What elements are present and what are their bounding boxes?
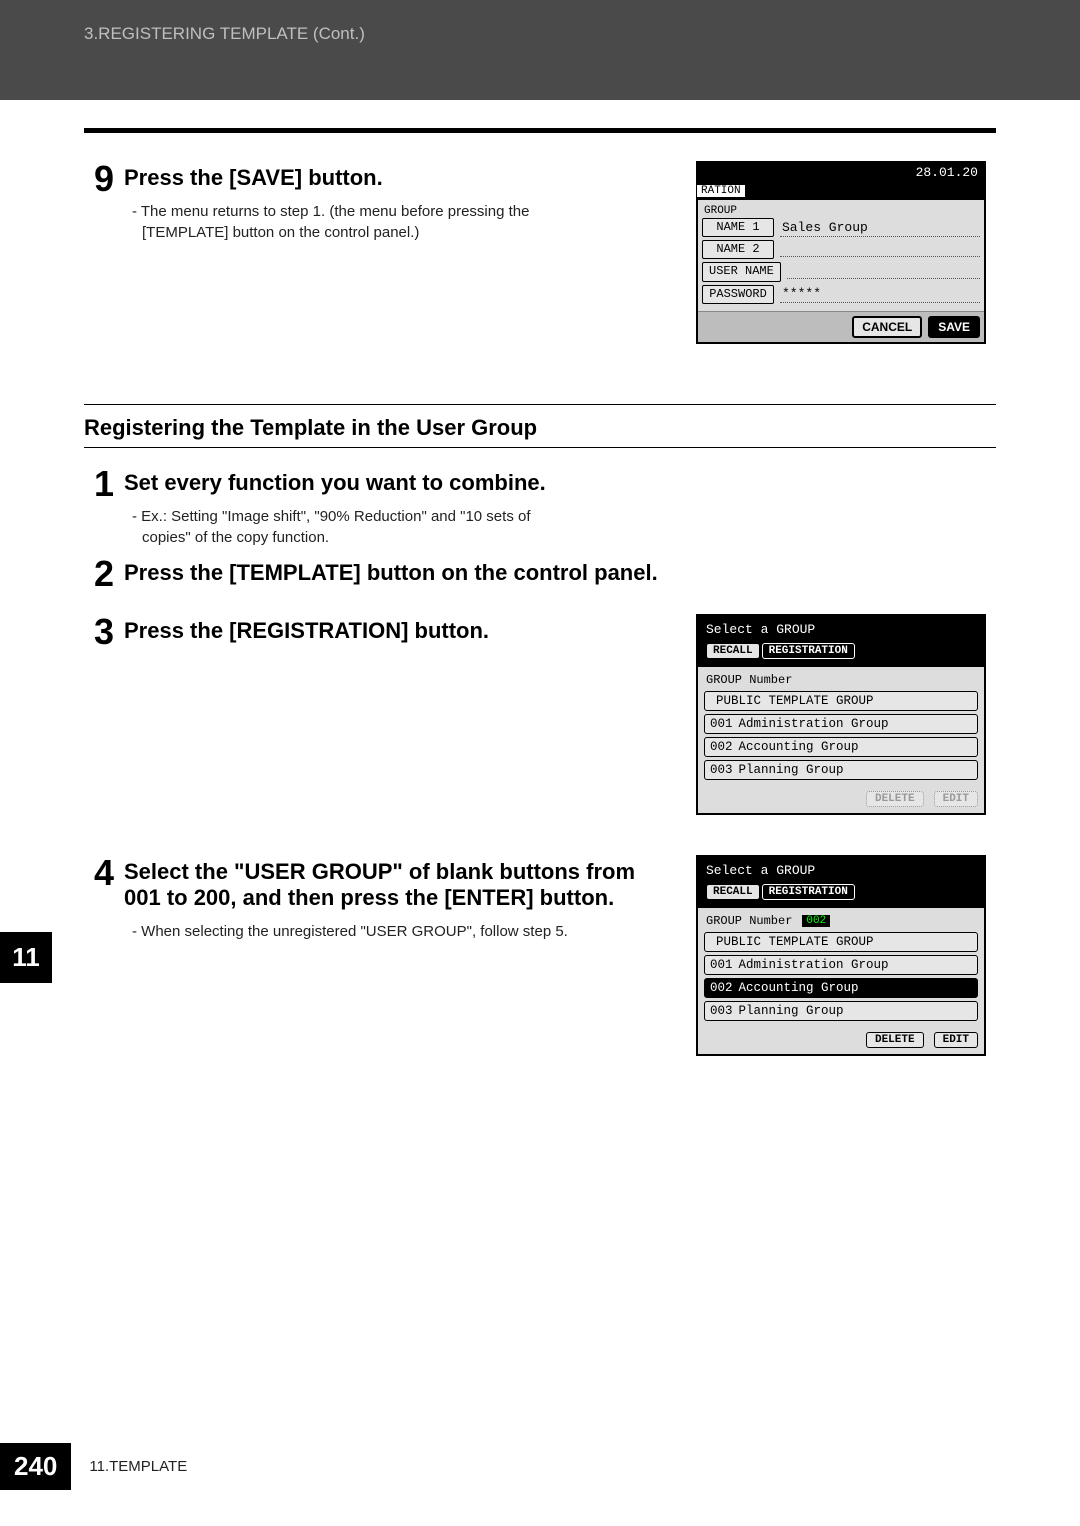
save-group-screen: 28.01.20 RATION GROUP NAME 1 Sales Group…: [696, 161, 986, 344]
step-9-note: - The menu returns to step 1. (the menu …: [124, 201, 564, 243]
group-item-label: Administration Group: [739, 958, 889, 972]
name2-value[interactable]: [780, 242, 980, 257]
group-item-label: Planning Group: [739, 1004, 844, 1018]
step-9-title: Press the [SAVE] button.: [124, 165, 676, 191]
group-number-label: GROUP Number: [706, 914, 792, 928]
step-number-3: 3: [84, 614, 124, 650]
step-3-title: Press the [REGISTRATION] button.: [124, 618, 676, 644]
page-number: 240: [0, 1443, 71, 1490]
group-number-value[interactable]: 002: [802, 915, 830, 927]
subsection-title: Registering the Template in the User Gro…: [84, 415, 996, 441]
recall-tab[interactable]: RECALL: [706, 643, 760, 659]
recall-tab[interactable]: RECALL: [706, 884, 760, 900]
section-divider-thick: [84, 128, 996, 133]
divider-thin-2: [84, 447, 996, 448]
group-item-label: Planning Group: [739, 763, 844, 777]
screen-date: 28.01.20: [916, 165, 978, 180]
group-item-003[interactable]: 003 Planning Group: [704, 1001, 978, 1021]
group-item-label: Accounting Group: [739, 740, 859, 754]
group-item-id: 003: [710, 763, 733, 777]
group-item-public[interactable]: PUBLIC TEMPLATE GROUP: [704, 932, 978, 952]
step-number-1: 1: [84, 466, 124, 502]
step-1-title: Set every function you want to combine.: [124, 470, 996, 496]
registration-tab[interactable]: REGISTRATION: [762, 884, 855, 900]
group-item-id: 001: [710, 717, 733, 731]
edit-button-disabled: EDIT: [934, 791, 978, 807]
name2-button[interactable]: NAME 2: [702, 240, 774, 259]
group-item-id: 002: [710, 740, 733, 754]
username-value[interactable]: [787, 264, 980, 279]
cancel-button[interactable]: CANCEL: [852, 316, 922, 338]
group-item-id: 002: [710, 981, 733, 995]
username-button[interactable]: USER NAME: [702, 262, 781, 281]
group-item-id: 001: [710, 958, 733, 972]
delete-button-disabled: DELETE: [866, 791, 924, 807]
group-item-label: Accounting Group: [739, 981, 859, 995]
save-button[interactable]: SAVE: [928, 316, 980, 338]
screen-section-head: GROUP: [702, 204, 980, 218]
step-2-title: Press the [TEMPLATE] button on the contr…: [124, 560, 996, 586]
group-item-001[interactable]: 001 Administration Group: [704, 955, 978, 975]
group-item-001[interactable]: 001 Administration Group: [704, 714, 978, 734]
registration-tab[interactable]: REGISTRATION: [762, 643, 855, 659]
name1-value[interactable]: Sales Group: [780, 219, 980, 237]
footer-chapter: 11.TEMPLATE: [89, 1458, 187, 1475]
select-group-screen-2: Select a GROUP RECALL REGISTRATION GROUP…: [696, 855, 986, 1056]
breadcrumb: 3.REGISTERING TEMPLATE (Cont.): [84, 24, 365, 43]
group-item-public[interactable]: PUBLIC TEMPLATE GROUP: [704, 691, 978, 711]
screen-tab-ration[interactable]: RATION: [696, 184, 746, 198]
step-1-note: - Ex.: Setting "Image shift", "90% Reduc…: [124, 506, 564, 548]
step-number-9: 9: [84, 161, 124, 197]
group-item-002-selected[interactable]: 002 Accounting Group: [704, 978, 978, 998]
group-item-label: Administration Group: [739, 717, 889, 731]
step-number-2: 2: [84, 556, 124, 592]
step-number-4: 4: [84, 855, 124, 891]
screen-title-3: Select a GROUP: [706, 622, 976, 637]
password-button[interactable]: PASSWORD: [702, 285, 774, 304]
chapter-side-tab: 11: [0, 932, 52, 983]
group-number-label: GROUP Number: [706, 673, 792, 687]
screen-title-4: Select a GROUP: [706, 863, 976, 878]
edit-button[interactable]: EDIT: [934, 1032, 978, 1048]
select-group-screen-1: Select a GROUP RECALL REGISTRATION GROUP…: [696, 614, 986, 815]
group-item-label: PUBLIC TEMPLATE GROUP: [716, 694, 874, 708]
password-value[interactable]: *****: [780, 285, 980, 303]
group-item-id: 003: [710, 1004, 733, 1018]
name1-button[interactable]: NAME 1: [702, 218, 774, 237]
divider-thin-1: [84, 404, 996, 405]
step-4-title: Select the "USER GROUP" of blank buttons…: [124, 859, 676, 911]
group-item-label: PUBLIC TEMPLATE GROUP: [716, 935, 874, 949]
group-item-002[interactable]: 002 Accounting Group: [704, 737, 978, 757]
step-4-note: - When selecting the unregistered "USER …: [124, 921, 574, 942]
group-item-003[interactable]: 003 Planning Group: [704, 760, 978, 780]
delete-button[interactable]: DELETE: [866, 1032, 924, 1048]
